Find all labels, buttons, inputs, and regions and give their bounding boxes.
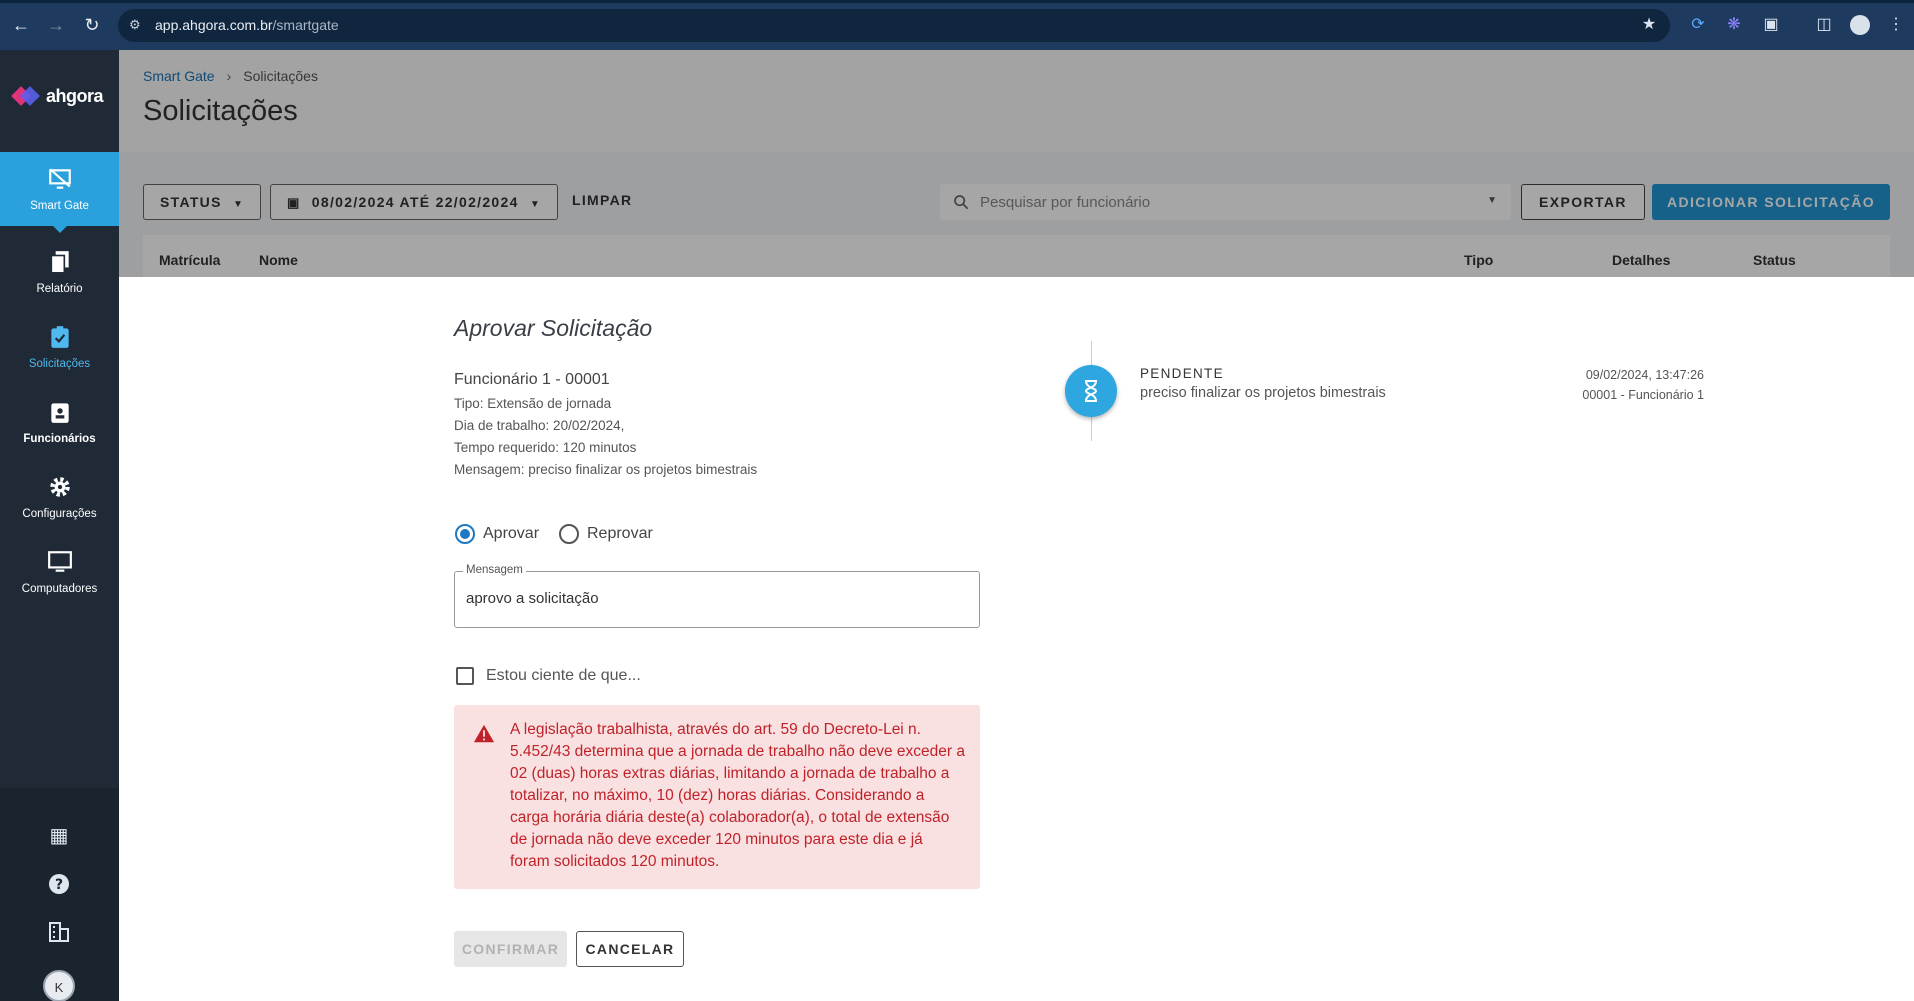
sidebar-item-label: Computadores (21, 583, 98, 595)
message-field-value[interactable]: aprovo a solicitação (466, 590, 599, 607)
logo-mark-icon (11, 85, 42, 107)
checkbox-unchecked-icon[interactable] (456, 667, 474, 685)
modal-backdrop[interactable] (119, 50, 1914, 277)
menu-dots-icon[interactable]: ⋮ (1885, 14, 1907, 36)
browser-toolbar: ← → ↻ ⚙ app.ahgora.com.br/smartgate ★ ⟳ … (0, 0, 1914, 50)
tab-strip (0, 0, 1914, 3)
url-text[interactable]: app.ahgora.com.br/smartgate (155, 17, 339, 33)
extensions-puzzle-icon[interactable]: ▣ (1760, 14, 1782, 36)
clipboard-check-icon (50, 326, 69, 348)
sidebar-item-computadores[interactable]: Computadores (0, 535, 119, 609)
sidebar-item-solicitacoes[interactable]: Solicitações (0, 310, 119, 384)
sidebar-item-label: Configurações (22, 508, 97, 520)
timeline-message: preciso finalizar os projetos bimestrais (1140, 385, 1386, 401)
help-icon[interactable]: ? (47, 872, 71, 896)
sidebar-item-relatorio[interactable]: Relatório (0, 235, 119, 309)
logo-text: ahgora (46, 85, 104, 106)
sidebar-item-smart-gate[interactable]: Smart Gate (0, 152, 119, 233)
avatar[interactable]: K (43, 970, 75, 1001)
reject-radio[interactable]: Reprovar (559, 524, 653, 544)
request-message: Mensagem: preciso finalizar os projetos … (454, 462, 758, 477)
reload-icon[interactable]: ↻ (81, 14, 103, 36)
pending-status-dot (1065, 365, 1117, 417)
message-field[interactable]: Mensagem aprovo a solicitação (454, 564, 980, 628)
acknowledge-label: Estou ciente de que... (486, 667, 641, 684)
legislation-warning-alert: A legislação trabalhista, através do art… (454, 705, 980, 889)
timeline-datetime: 09/02/2024, 13:47:26 (1585, 368, 1704, 382)
approve-label: Aprovar (483, 525, 540, 542)
extension-icon[interactable]: ⟳ (1687, 14, 1709, 36)
monitor-off-icon (48, 168, 71, 189)
sidebar-item-label: Relatório (36, 283, 83, 295)
site-info-icon[interactable]: ⚙ (129, 17, 145, 33)
message-field-label: Mensagem (463, 564, 526, 576)
approve-request-dialog: Aprovar Solicitação Funcionário 1 - 0000… (119, 277, 1914, 1001)
warning-text: A legislação trabalhista, através do art… (510, 721, 966, 870)
building-icon[interactable] (47, 920, 71, 944)
acknowledge-checkbox[interactable]: Estou ciente de que... (456, 667, 641, 685)
work-day: Dia de trabalho: 20/02/2024, (454, 418, 625, 433)
sidebar-item-funcionarios[interactable]: Funcionários (0, 385, 119, 459)
bookmark-star-icon[interactable]: ★ (1638, 14, 1660, 36)
sidebar-footer: ▦ ? K (0, 788, 119, 1001)
timeline-status: PENDENTE (1140, 366, 1224, 381)
address-bar[interactable] (118, 9, 1670, 42)
sidebar-item-configuracoes[interactable]: Configurações (0, 460, 119, 534)
apps-grid-icon[interactable]: ▦ (47, 824, 71, 848)
side-panel-icon[interactable]: ◫ (1813, 14, 1835, 36)
employee-name: Funcionário 1 - 00001 (454, 371, 610, 388)
warning-icon (473, 724, 495, 743)
hourglass-icon (1084, 380, 1098, 402)
extension-gear-icon[interactable]: ❋ (1723, 14, 1745, 36)
file-copy-icon (50, 251, 69, 274)
reject-label: Reprovar (587, 525, 653, 542)
timeline-user: 00001 - Funcionário 1 (1582, 388, 1704, 402)
badge-icon (50, 403, 69, 423)
url-host: app.ahgora.com.br (155, 17, 273, 33)
svg-text:?: ? (55, 877, 63, 893)
sidebar-item-label: Funcionários (23, 433, 96, 445)
required-time: Tempo requerido: 120 minutos (454, 440, 637, 455)
gear-icon (49, 477, 70, 497)
approve-radio[interactable]: Aprovar (455, 524, 539, 544)
sidebar-item-label: Smart Gate (30, 200, 89, 212)
radio-selected-icon[interactable] (455, 524, 475, 544)
sidebar-item-label: Solicitações (28, 358, 91, 370)
back-icon[interactable]: ← (10, 14, 32, 36)
sidebar: ahgora Smart Gate Relatório Solicitações… (0, 50, 119, 1001)
forward-icon[interactable]: → (45, 14, 67, 36)
cancel-button[interactable]: CANCELAR (576, 931, 684, 967)
dialog-title: Aprovar Solicitação (454, 315, 653, 341)
confirm-button[interactable]: CONFIRMAR (454, 931, 567, 967)
desktop-icon (47, 551, 72, 572)
request-type: Tipo: Extensão de jornada (454, 396, 612, 411)
ahgora-logo[interactable]: ahgora (11, 85, 104, 107)
radio-unselected-icon[interactable] (559, 524, 579, 544)
profile-avatar-icon[interactable] (1850, 15, 1870, 35)
url-path: /smartgate (272, 17, 339, 33)
